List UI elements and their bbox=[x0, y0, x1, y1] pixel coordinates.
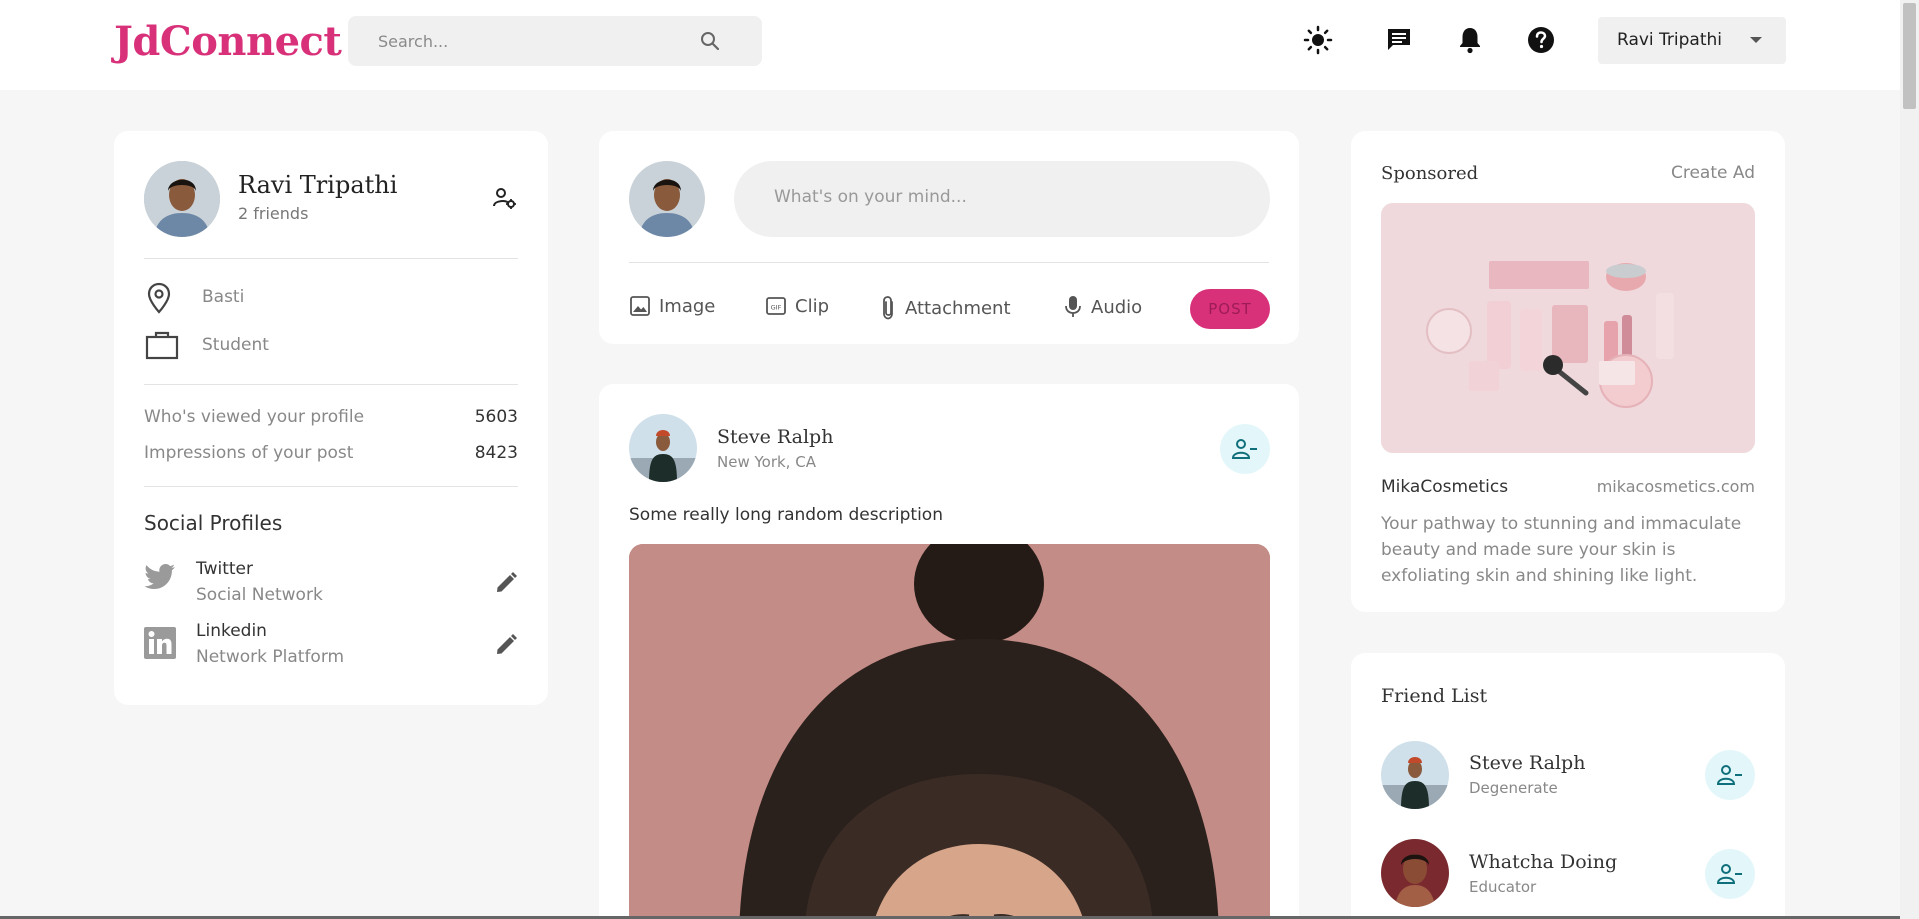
friend-avatar[interactable] bbox=[1381, 741, 1449, 809]
user-menu-dropdown[interactable]: Ravi Tripathi bbox=[1598, 17, 1786, 64]
linkedin-icon bbox=[144, 627, 176, 663]
social-profiles-title: Social Profiles bbox=[144, 511, 283, 535]
search-icon[interactable] bbox=[698, 29, 722, 57]
sponsor-description: Your pathway to stunning and immaculate … bbox=[1381, 514, 1742, 586]
tool-attachment-label: Attachment bbox=[905, 297, 1011, 319]
remove-friend-button[interactable] bbox=[1705, 849, 1755, 899]
edit-twitter-icon[interactable] bbox=[494, 571, 518, 599]
person-remove-icon bbox=[1717, 765, 1742, 785]
remove-friend-button[interactable] bbox=[1220, 424, 1270, 474]
post-author-name[interactable]: Steve Ralph bbox=[717, 426, 833, 448]
profile-divider bbox=[144, 258, 518, 259]
stat-value-profile-views: 5603 bbox=[474, 407, 518, 427]
sponsored-title: Sponsored bbox=[1381, 163, 1479, 184]
status-input[interactable] bbox=[774, 187, 1214, 207]
app-logo[interactable]: JdConnect bbox=[114, 18, 342, 65]
brightness-icon[interactable] bbox=[1300, 22, 1336, 58]
composer-divider bbox=[629, 262, 1269, 263]
tool-clip-label: Clip bbox=[795, 295, 829, 317]
notifications-icon[interactable] bbox=[1452, 22, 1488, 58]
svg-text:GIF: GIF bbox=[771, 304, 782, 312]
friend-occupation: Degenerate bbox=[1469, 779, 1558, 797]
manage-account-icon[interactable] bbox=[492, 185, 518, 215]
friend-occupation: Educator bbox=[1469, 878, 1537, 896]
friend-list-card: Friend List Steve Ralph Degenerate Whatc… bbox=[1351, 653, 1785, 919]
profile-divider bbox=[144, 486, 518, 487]
post-button[interactable]: POST bbox=[1190, 289, 1270, 329]
friend-list-title: Friend List bbox=[1381, 685, 1488, 707]
composer-avatar bbox=[629, 161, 705, 237]
sponsor-brand-name[interactable]: MikaCosmetics bbox=[1381, 477, 1508, 497]
briefcase-icon bbox=[144, 329, 180, 365]
add-attachment-button[interactable]: Attachment bbox=[879, 295, 1011, 321]
search-input[interactable] bbox=[378, 30, 698, 52]
post-author-avatar[interactable] bbox=[629, 414, 697, 482]
tool-image-label: Image bbox=[659, 295, 716, 317]
status-input-box bbox=[734, 161, 1270, 237]
help-icon[interactable] bbox=[1523, 22, 1559, 58]
post-author-location: New York, CA bbox=[717, 453, 816, 471]
add-audio-button[interactable]: Audio bbox=[1063, 295, 1142, 319]
person-remove-icon bbox=[1232, 439, 1257, 459]
profile-location: Basti bbox=[202, 287, 245, 307]
top-navbar: JdConnect Ravi Tripathi bbox=[0, 0, 1900, 90]
user-menu-name: Ravi Tripathi bbox=[1617, 30, 1723, 50]
profile-avatar[interactable] bbox=[144, 161, 220, 237]
create-ad-link[interactable]: Create Ad bbox=[1671, 163, 1755, 183]
stat-value-impressions: 8423 bbox=[474, 443, 518, 463]
profile-card: Ravi Tripathi 2 friends Basti Student Wh… bbox=[114, 131, 548, 705]
tool-audio-label: Audio bbox=[1091, 296, 1143, 318]
post-image[interactable] bbox=[629, 544, 1270, 919]
profile-friends-count: 2 friends bbox=[238, 204, 309, 223]
microphone-icon bbox=[1065, 296, 1081, 317]
remove-friend-button[interactable] bbox=[1705, 750, 1755, 800]
stat-label-profile-views: Who's viewed your profile bbox=[144, 407, 365, 427]
stat-label-impressions: Impressions of your post bbox=[144, 443, 354, 463]
sponsored-image[interactable] bbox=[1381, 203, 1755, 453]
edit-linkedin-icon[interactable] bbox=[494, 633, 518, 661]
location-icon bbox=[144, 281, 174, 319]
social-linkedin-name[interactable]: Linkedin bbox=[196, 621, 267, 641]
attachment-icon bbox=[883, 296, 893, 320]
friend-avatar[interactable] bbox=[1381, 839, 1449, 907]
chat-icon[interactable] bbox=[1381, 22, 1417, 58]
chevron-down-icon bbox=[1750, 37, 1762, 43]
post-description: Some really long random description bbox=[629, 505, 943, 525]
add-image-button[interactable]: Image bbox=[629, 295, 715, 317]
gif-icon: GIF bbox=[766, 297, 786, 315]
social-twitter-sub: Social Network bbox=[196, 585, 323, 605]
social-twitter-name[interactable]: Twitter bbox=[196, 559, 253, 579]
scrollbar-thumb[interactable] bbox=[1903, 3, 1916, 109]
sponsor-url[interactable]: mikacosmetics.com bbox=[1597, 477, 1755, 496]
friend-name[interactable]: Steve Ralph bbox=[1469, 752, 1585, 774]
profile-divider bbox=[144, 384, 518, 385]
sponsored-card: Sponsored Create Ad MikaCosmetics mikaco… bbox=[1351, 131, 1785, 612]
social-linkedin-sub: Network Platform bbox=[196, 647, 345, 667]
search-box bbox=[348, 16, 762, 66]
profile-occupation: Student bbox=[202, 335, 269, 355]
twitter-icon bbox=[144, 563, 176, 595]
person-remove-icon bbox=[1717, 864, 1742, 884]
feed-post: Steve Ralph New York, CA Some really lon… bbox=[599, 384, 1299, 919]
page-scrollbar[interactable] bbox=[1900, 0, 1919, 919]
friend-name[interactable]: Whatcha Doing bbox=[1469, 851, 1617, 873]
post-composer: Image GIF Clip Attachment Audio POST bbox=[599, 131, 1299, 344]
add-clip-button[interactable]: GIF Clip bbox=[765, 295, 829, 317]
profile-name[interactable]: Ravi Tripathi bbox=[238, 171, 397, 199]
image-icon bbox=[630, 296, 650, 316]
